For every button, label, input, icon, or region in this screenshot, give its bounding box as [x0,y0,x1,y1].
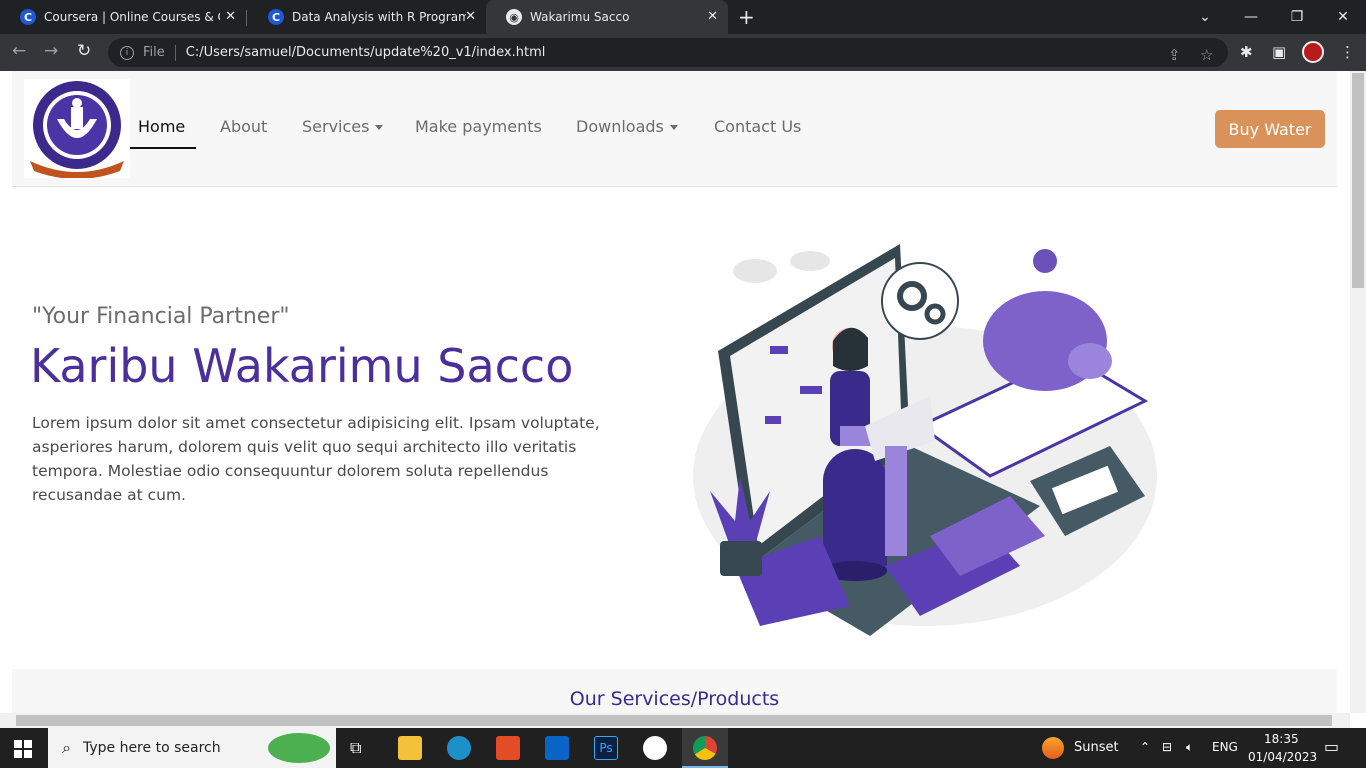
chrome-icon [693,736,717,760]
tab-title: Wakarimu Sacco [530,10,630,24]
horizontal-scroll-thumb[interactable] [16,715,1332,726]
taskbar-search-box[interactable]: ⌕ Type here to search [48,728,336,768]
hero-tagline: "Your Financial Partner" [32,304,290,329]
nav-contact-us[interactable]: Contact Us [714,117,801,136]
tab-title: Data Analysis with R Programming [292,10,466,24]
buy-water-button[interactable]: Buy Water [1215,110,1325,148]
tab-divider [246,10,247,26]
restore-icon[interactable]: ❐ [1274,0,1320,34]
tab-data-analysis[interactable]: C Data Analysis with R Programming ✕ [248,0,486,34]
weather-label[interactable]: Sunset [1074,740,1119,755]
caret-down-icon [669,125,678,130]
notification-icon[interactable]: ▭ [1324,737,1339,756]
tab-title: Coursera | Online Courses & Credentials [44,10,220,24]
page-viewport: Home About Services Make payments Downlo… [0,71,1350,713]
coursera-favicon-icon: C [20,9,36,25]
close-icon[interactable]: ✕ [465,9,476,24]
back-icon[interactable]: ← [12,41,26,61]
reload-icon[interactable]: ↻ [77,41,91,61]
site-navbar: Home About Services Make payments Downlo… [12,71,1337,187]
forward-icon[interactable]: → [44,41,58,61]
network-icon[interactable]: ⊟ [1162,740,1172,754]
address-bar[interactable]: i File C:/Users/samuel/Documents/update%… [108,38,1228,67]
search-placeholder: Type here to search [82,740,221,756]
hero-title: Karibu Wakarimu Sacco [30,339,574,393]
info-icon[interactable]: i [120,45,134,60]
services-heading: Our Services/Products [569,688,780,710]
tab-search-chevron-icon[interactable]: ⌄ [1182,0,1228,34]
caret-down-icon [375,125,384,130]
share-icon[interactable]: ⇪ [1168,46,1181,64]
chevron-up-icon[interactable]: ⌃ [1140,740,1150,754]
scheme-label: File [143,45,165,60]
vertical-scroll-thumb[interactable] [1352,73,1364,288]
close-window-icon[interactable]: ✕ [1320,0,1366,34]
clock-date[interactable]: 01/04/2023 [1248,750,1317,764]
nav-services[interactable]: Services [302,117,384,136]
bookmark-star-icon[interactable]: ☆ [1200,46,1213,64]
tab-strip: C Coursera | Online Courses & Credential… [0,0,1366,34]
language-indicator[interactable]: ENG [1212,740,1238,754]
search-icon: ⌕ [62,738,71,757]
new-tab-icon[interactable]: + [738,5,755,29]
file-explorer-icon[interactable] [398,736,422,760]
clock-time[interactable]: 18:35 [1264,732,1299,746]
sacco-logo[interactable] [24,79,130,179]
hero-description: Lorem ipsum dolor sit amet consectetur a… [32,414,600,504]
globe-icon: ◉ [506,9,522,25]
profile-avatar[interactable] [1302,41,1324,63]
active-nav-indicator [130,147,196,149]
microsoft-store-icon[interactable] [496,736,520,760]
volume-icon[interactable]: 🔈︎ [1186,740,1193,755]
windows-taskbar: ⌕ Type here to search ⧉ Ps Sunset ⌃ ⊟ 🔈︎… [0,728,1366,768]
nav-about[interactable]: About [220,117,267,136]
chrome-taskbar-button[interactable] [682,728,728,768]
extensions-icon[interactable]: ✱ [1240,43,1253,61]
finance-illustration [693,244,1157,636]
nav-make-payments[interactable]: Make payments [415,117,542,136]
edge-icon[interactable] [447,736,471,760]
tab-wakarimu-sacco[interactable]: ◉ Wakarimu Sacco ✕ [486,0,728,34]
frog-search-highlight-icon [268,733,330,763]
coursera-favicon-icon: C [268,9,284,25]
services-section: Our Services/Products [12,669,1337,713]
side-panel-icon[interactable]: ▣ [1272,43,1286,61]
close-icon[interactable]: ✕ [225,9,236,24]
minimize-icon[interactable]: — [1228,0,1274,34]
url-text[interactable]: C:/Users/samuel/Documents/update%20_v1/i… [186,45,546,60]
sunset-weather-icon[interactable] [1042,737,1064,759]
mail-icon[interactable] [545,736,569,760]
windows-start-icon[interactable] [14,740,32,758]
address-divider [174,44,176,61]
nav-services-label: Services [302,117,370,136]
close-icon[interactable]: ✕ [707,9,718,24]
media-player-icon[interactable] [643,736,667,760]
nav-home[interactable]: Home [138,117,185,136]
menu-icon[interactable]: ⋮ [1340,43,1355,61]
task-view-icon[interactable]: ⧉ [350,738,361,758]
photoshop-icon[interactable]: Ps [594,736,618,760]
nav-downloads[interactable]: Downloads [576,117,678,136]
tab-coursera[interactable]: C Coursera | Online Courses & Credential… [0,0,246,34]
browser-toolbar: ← → ↻ i File C:/Users/samuel/Documents/u… [0,34,1366,71]
nav-downloads-label: Downloads [576,117,664,136]
